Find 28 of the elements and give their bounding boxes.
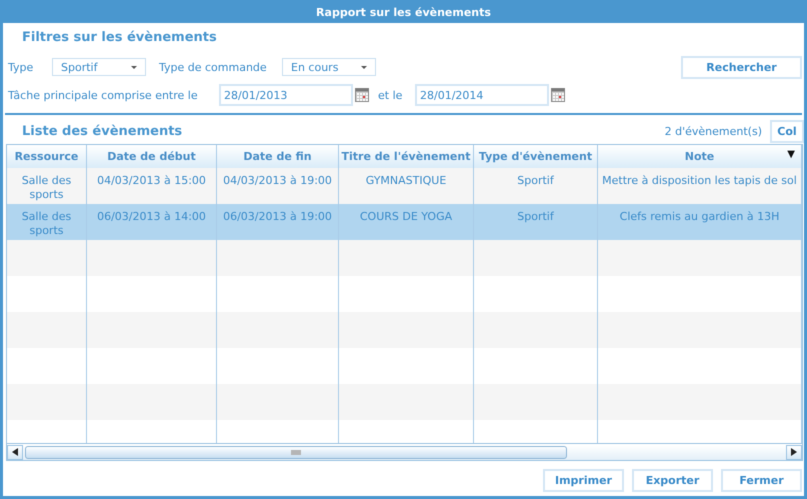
end-date-field[interactable]: 28/01/2014 [415, 84, 549, 106]
columns-button[interactable]: Col [770, 120, 804, 142]
section-heading: Filtres sur les évènements [22, 30, 218, 45]
table-row[interactable]: Salle des sports 06/03/2013 à 14:00 06/03/2013 à 19:00 COURS DE YOGA Sportif Clefs remis au gardien à 13H [7, 204, 802, 240]
sort-indicator[interactable]: ▼ [787, 149, 795, 160]
caret-icon [131, 66, 137, 68]
field-label: Tâche principale comprise entre le [8, 88, 199, 102]
close-button[interactable]: Fermer [721, 469, 802, 492]
event-count: 2 d'évènement(s) [664, 124, 762, 138]
field-label: Type de commande [159, 60, 268, 74]
calendar-icon[interactable] [355, 88, 369, 102]
window-title: Rapport sur les évènements [316, 5, 491, 19]
export-button[interactable]: Exporter [632, 469, 713, 492]
caret-icon [361, 66, 367, 68]
search-button[interactable]: Rechercher [681, 56, 802, 78]
calendar-icon[interactable] [551, 88, 565, 102]
order-type-dropdown[interactable]: En cours [282, 58, 376, 76]
scrollbar-thumb[interactable] [25, 446, 567, 458]
print-button[interactable]: Imprimer [543, 469, 624, 492]
table-row[interactable]: Salle des sports 04/03/2013 à 15:00 04/03/2013 à 19:00 GYMNASTIQUE Sportif Mettre à disposition les tapis de sol [7, 168, 802, 204]
horizontal-scrollbar[interactable] [7, 443, 802, 460]
start-date-field[interactable]: 28/01/2013 [219, 84, 353, 106]
scroll-right-icon[interactable] [786, 444, 802, 460]
field-label: et le [378, 88, 404, 102]
field-label: Type [8, 60, 34, 74]
scroll-left-icon[interactable] [7, 444, 23, 460]
type-dropdown[interactable]: Sportif [52, 58, 146, 76]
section-heading: Liste des évènements [22, 124, 182, 138]
